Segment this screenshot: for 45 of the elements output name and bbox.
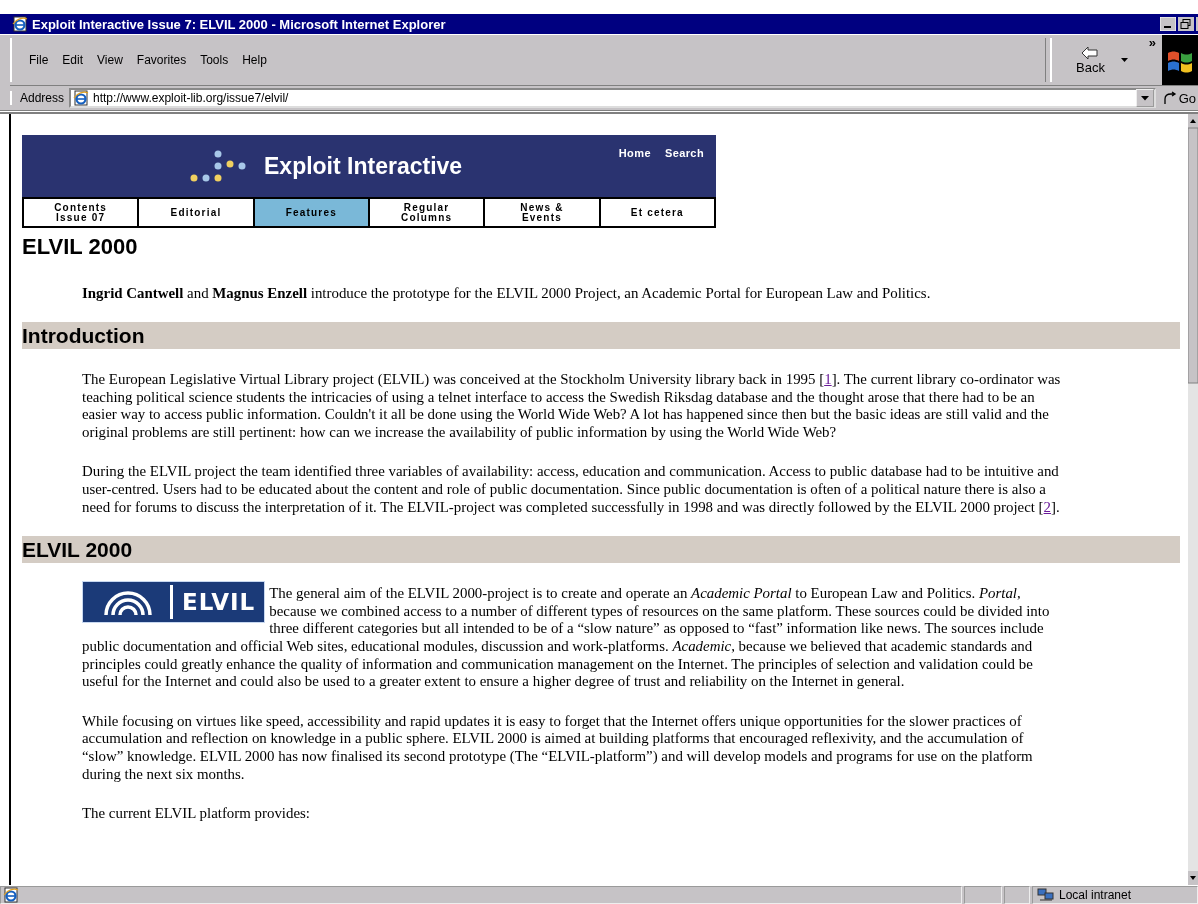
nav-tab[interactable]: Editorial (139, 199, 253, 226)
back-arrow-icon (1081, 45, 1100, 60)
paragraph: The current ELVIL platform provides: (82, 805, 311, 823)
paragraph: The European Legislative Virtual Library project (ELVIL) was conceived at the Stockholm University library back in 1995 [1]. The current library co-ordinator was teaching political science students the intricacies of using a telnet interface to access the Swedish Riksdag database and the thought arose that there had to be an easier way to access public information. Couldn't it all be done using the World Wide Web? A lot has happened since then but the basic ideas are still valid and the original problems are still pertinent: how can we increase the availability of public information by using the World Wide Web? (82, 371, 1062, 442)
restore-icon[interactable] (1178, 17, 1194, 31)
paragraph: While focusing on virtues like speed, accessibility and rapid updates it is easy to forget that the Internet offers unique opportunities for the slower practices of accumulation and reflection on knowledge in a public sphere. ELVIL 2000 is aimed at building platforms that encouraged reflexivity, and the accumulation of “slow” knowledge. ELVIL 2000 has now finalised its second prototype (The “ELVIL-platform”) and will develop models and programs for use on the platform during the next six months. (82, 712, 1034, 784)
dropdown-button[interactable] (1135, 89, 1154, 107)
address-field[interactable]: http://www.exploit-lib.org/issue7/elvil/ (69, 88, 1156, 108)
menu-item[interactable]: Tools (193, 51, 236, 69)
elvil-logo: ELVIL (82, 581, 266, 624)
section-heading: Introduction (22, 322, 1180, 349)
menu-item[interactable]: Edit (55, 51, 91, 69)
nav-tab[interactable]: Features (254, 199, 368, 226)
more-chevron[interactable]: » (1148, 35, 1156, 50)
paragraph: During the ELVIL project the team identified three variables of availability: access, education and communication. Access to public database had to be intuitive and user-centred. Users had to be educated about the content and role of public documentation. Since public documentation is often of a political nature there is also a need for forums to discuss the interpretation of it. The ELVIL-project was completed successfully in 1998 and was directly followed by the ELVIL 2000 project [2]. (82, 463, 1061, 517)
site-title: Exploit Interactive (264, 152, 463, 180)
section-heading: ELVIL 2000 (22, 536, 1180, 564)
go-arrow-icon (1162, 91, 1177, 105)
back-button[interactable]: Back (1072, 43, 1109, 77)
go-button[interactable]: Go (1158, 90, 1198, 106)
window-title: Exploit Interactive Issue 7: ELVIL 2000 - Microsoft Internet Explorer (32, 16, 447, 32)
menu-item[interactable]: File (22, 51, 56, 69)
menu-item[interactable]: Help (235, 51, 274, 69)
reference-link[interactable]: 2 (1043, 498, 1052, 515)
dropdown-caret-icon[interactable] (1120, 57, 1129, 63)
nav-tab[interactable]: Contents Issue 07 (24, 199, 138, 226)
page-icon (73, 90, 90, 106)
address-label: Address (10, 91, 67, 105)
nav-link[interactable]: Search (664, 147, 704, 159)
byline: Ingrid Cantwell and Magnus Enzell introduce the prototype for the ELVIL 2000 Project, an Academic Portal for European Law and Politics. (82, 284, 932, 302)
menu-item[interactable]: Favorites (129, 51, 194, 69)
minimize-icon[interactable] (1160, 17, 1176, 31)
nav-tab[interactable]: Regular Columns (370, 199, 484, 226)
menu-item[interactable]: View (90, 51, 130, 69)
zone-label: Local intranet (1059, 888, 1132, 902)
status-pane (1004, 886, 1030, 904)
article-title: ELVIL 2000 (22, 234, 139, 260)
nav-tab[interactable]: Et cetera (600, 199, 714, 226)
caret-icon (1140, 95, 1149, 101)
nav-link[interactable]: Home (618, 147, 651, 159)
network-icon (1037, 888, 1055, 902)
status-pane (964, 886, 1002, 904)
reference-link[interactable]: 1 (824, 371, 832, 387)
nav-tab[interactable]: News & Events (485, 199, 599, 226)
browser-icon (12, 16, 28, 32)
